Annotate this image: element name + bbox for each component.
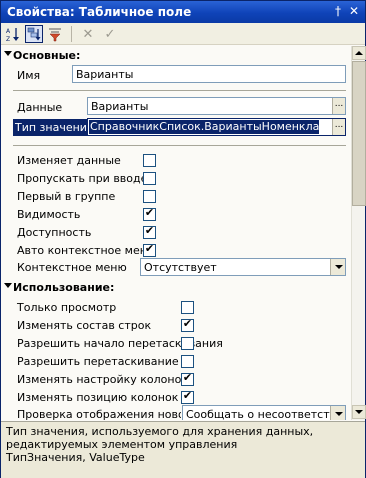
checkbox-row: Изменять настройку колонок ✔: [1, 369, 351, 389]
description-panel: Тип значения, используемого для хранения…: [1, 421, 365, 478]
property-label: Видимость: [17, 208, 81, 221]
checkbox-row: Изменяет данные: [1, 150, 351, 170]
divider: [13, 145, 346, 146]
name-field[interactable]: Варианты: [72, 65, 346, 83]
title-bar[interactable]: Свойства: Табличное поле † ✕: [1, 1, 365, 23]
cancel-button[interactable]: ✕: [79, 25, 97, 43]
checkbox[interactable]: ✔: [143, 224, 156, 239]
check-icon: ✓: [104, 26, 116, 42]
name-value: Варианты: [76, 68, 134, 81]
property-row-context-menu: Контекстное меню Отсутствует: [1, 257, 351, 277]
section-usage[interactable]: Использование:: [1, 280, 351, 296]
property-label: Первый в группе: [17, 190, 116, 203]
sort-category-button[interactable]: [25, 25, 43, 43]
checkbox[interactable]: [143, 154, 156, 167]
description-line: редактируемых элементом управления: [6, 438, 238, 451]
checkbox-row: Только просмотр: [1, 297, 351, 317]
scroll-thumb[interactable]: [352, 61, 366, 206]
property-label: Изменяет данные: [17, 154, 121, 167]
checkbox-row: Видимость ✔: [1, 204, 351, 224]
checkbox[interactable]: ✔: [143, 206, 156, 221]
cancel-icon: ✕: [82, 26, 94, 42]
value-type-value: СправочникСписок.ВариантыНоменклатуры: [89, 120, 319, 134]
properties-window: Свойства: Табличное поле † ✕ A Z ✕ ✓ Осн…: [0, 0, 366, 478]
sort-az-icon: A Z: [6, 28, 19, 42]
check-display-select[interactable]: Сообщать о несоответствии: [182, 405, 346, 420]
section-title: Основные:: [13, 49, 81, 62]
checkmark-icon: ✔: [182, 317, 193, 330]
checkbox-row: Доступность ✔: [1, 222, 351, 242]
checkbox-row: Разрешить начало перетаскивания: [1, 333, 351, 353]
chevron-down-icon[interactable]: [330, 406, 345, 420]
vertical-scrollbar[interactable]: [351, 46, 366, 420]
property-label: Разрешить перетаскивание: [17, 355, 179, 368]
property-label: Только просмотр: [17, 301, 117, 314]
checkbox[interactable]: ✔: [181, 389, 194, 404]
context-menu-select[interactable]: Отсутствует: [140, 258, 346, 276]
toolbar-separator: [71, 26, 72, 42]
checkbox[interactable]: [181, 301, 194, 314]
value-type-field[interactable]: СправочникСписок.ВариантыНоменклатуры ..…: [87, 118, 346, 136]
collapse-arrow-icon[interactable]: [4, 283, 12, 288]
data-field[interactable]: Варианты ...: [87, 97, 346, 115]
section-basic[interactable]: Основные:: [1, 48, 351, 64]
checkbox[interactable]: [181, 355, 194, 368]
property-row-value-type: Тип значения СправочникСписок.ВариантыНо…: [1, 118, 351, 138]
ellipsis-button[interactable]: ...: [332, 119, 345, 135]
svg-text:Z: Z: [6, 36, 10, 42]
ellipsis-button[interactable]: ...: [332, 98, 345, 114]
checkbox-row: Разрешить перетаскивание: [1, 351, 351, 371]
scroll-down-button[interactable]: [352, 405, 366, 419]
svg-text:A: A: [6, 28, 11, 35]
property-label: Данные: [17, 101, 63, 114]
chevron-down-icon[interactable]: [330, 259, 345, 275]
property-label: Пропускать при вводе: [17, 172, 148, 185]
description-line: ТипЗначения, ValueType: [6, 451, 145, 464]
window-title: Свойства: Табличное поле: [7, 5, 192, 19]
property-label: Изменять настройку колонок: [17, 373, 188, 386]
property-label-selected: Тип значения: [13, 119, 96, 136]
pin-icon[interactable]: †: [331, 4, 345, 19]
property-row-data: Данные Варианты ...: [1, 97, 351, 117]
property-label: Изменять позицию колонок: [17, 391, 179, 404]
checkbox[interactable]: ✔: [181, 371, 194, 386]
checkmark-icon: ✔: [182, 371, 193, 384]
checkbox-row: Пропускать при вводе: [1, 168, 351, 188]
category-list-icon: [27, 27, 41, 41]
checkbox[interactable]: ✔: [143, 242, 156, 257]
property-row-check-display: Проверка отображения новой строки Сообща…: [1, 404, 351, 420]
checkmark-icon: ✔: [144, 242, 155, 255]
context-menu-value: Отсутствует: [144, 261, 217, 274]
checkbox-row: Изменять состав строк ✔: [1, 315, 351, 335]
filter-button[interactable]: [46, 25, 64, 43]
check-display-value: Сообщать о несоответствии: [186, 408, 332, 420]
checkbox[interactable]: [181, 337, 194, 350]
close-icon[interactable]: ✕: [347, 4, 361, 19]
checkbox-row: Первый в группе: [1, 186, 351, 206]
filter-icon: [49, 28, 61, 42]
checkbox[interactable]: [143, 172, 156, 185]
scroll-up-button[interactable]: [352, 46, 366, 60]
property-row-name: Имя Варианты: [1, 65, 351, 85]
apply-button[interactable]: ✓: [101, 25, 119, 43]
collapse-arrow-icon[interactable]: [4, 51, 12, 56]
sort-alphabetical-button[interactable]: A Z: [4, 25, 22, 43]
data-value: Варианты: [91, 100, 149, 113]
property-label: Доступность: [17, 226, 92, 239]
property-label: Авто контекстное меню: [17, 244, 157, 257]
property-label: Имя: [17, 69, 41, 82]
checkmark-icon: ✔: [182, 389, 193, 402]
section-title: Использование:: [13, 281, 115, 294]
checkbox[interactable]: [143, 190, 156, 203]
divider: [13, 90, 346, 91]
checkmark-icon: ✔: [144, 224, 155, 237]
property-label: Проверка отображения новой строки: [17, 408, 181, 420]
toolbar: A Z ✕ ✓: [1, 23, 365, 45]
checkmark-icon: ✔: [144, 206, 155, 219]
property-label: Изменять состав строк: [17, 319, 152, 332]
checkbox[interactable]: ✔: [181, 317, 194, 332]
description-line: Тип значения, используемого для хранения…: [6, 425, 314, 438]
property-label: Контекстное меню: [17, 261, 127, 274]
property-list: Основные: Имя Варианты Данные Варианты .…: [1, 46, 351, 420]
